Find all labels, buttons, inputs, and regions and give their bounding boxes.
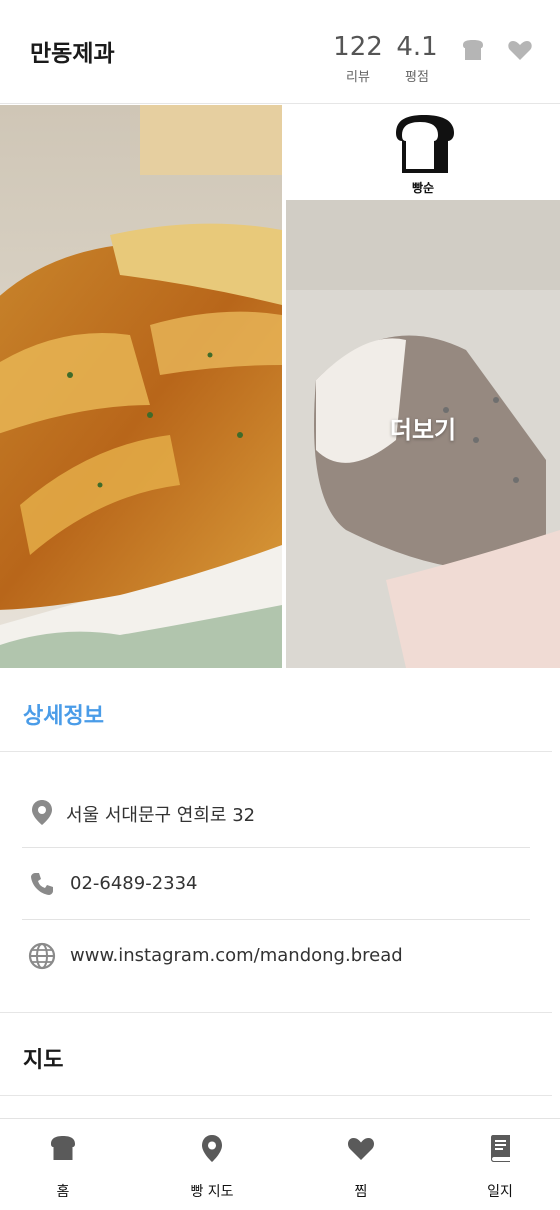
details-section-header: 상세정보 bbox=[0, 670, 552, 752]
address-text: 서울 서대문구 연희로 32 bbox=[66, 805, 256, 826]
nav-favorites-label: 찜 bbox=[354, 1184, 368, 1200]
review-count: 122 bbox=[333, 32, 383, 62]
bread-icon bbox=[51, 1136, 75, 1160]
nav-favorites[interactable]: 찜 bbox=[311, 1119, 411, 1210]
nav-diary[interactable]: 일지 bbox=[450, 1119, 550, 1210]
map-title: 지도 bbox=[23, 1048, 64, 1073]
bakery-logo-banner: 빵순 bbox=[286, 105, 560, 200]
heart-favorite-icon[interactable] bbox=[506, 36, 534, 64]
logo-text: 빵순 bbox=[411, 181, 435, 195]
location-pin-icon bbox=[32, 800, 52, 825]
phone-icon bbox=[31, 873, 53, 895]
store-title: 만동제과 bbox=[30, 41, 115, 67]
more-label: 더보기 bbox=[389, 416, 457, 444]
rating-stat: 4.1 평점 bbox=[394, 30, 440, 85]
nav-home[interactable]: 홈 bbox=[13, 1119, 113, 1210]
nav-bread-map[interactable]: 빵 지도 bbox=[162, 1119, 262, 1210]
nav-diary-label: 일지 bbox=[487, 1184, 513, 1200]
review-label: 리뷰 bbox=[346, 70, 370, 85]
photo-gallery: 빵순 더보기 bbox=[0, 105, 560, 670]
nav-home-label: 홈 bbox=[56, 1184, 70, 1200]
website-link[interactable]: www.instagram.com/mandong.bread bbox=[70, 945, 403, 966]
garlic-bread-photo[interactable] bbox=[0, 105, 282, 668]
website-row[interactable]: www.instagram.com/mandong.bread bbox=[22, 920, 530, 992]
rating-label: 평점 bbox=[405, 70, 429, 85]
heart-icon bbox=[347, 1138, 375, 1160]
book-icon bbox=[491, 1135, 510, 1162]
location-pin-icon bbox=[202, 1135, 222, 1162]
review-stat[interactable]: 122 리뷰 bbox=[332, 30, 384, 85]
phone-row[interactable]: 02-6489-2334 bbox=[22, 848, 530, 920]
map-section-header: 지도 bbox=[0, 1012, 552, 1096]
bread-toggle-icon[interactable] bbox=[459, 36, 487, 64]
globe-icon bbox=[28, 942, 56, 970]
address-row[interactable]: 서울 서대문구 연희로 32 bbox=[22, 776, 530, 848]
details-title: 상세정보 bbox=[23, 704, 104, 729]
more-photos-tile[interactable]: 더보기 bbox=[286, 200, 560, 668]
bottom-navigation: 홈 빵 지도 찜 일지 bbox=[0, 1118, 560, 1210]
store-header: 만동제과 122 리뷰 4.1 평점 bbox=[0, 0, 560, 104]
nav-map-label: 빵 지도 bbox=[190, 1184, 234, 1200]
phone-text: 02-6489-2334 bbox=[70, 873, 198, 894]
bread-logo-icon bbox=[396, 115, 454, 173]
rating-value: 4.1 bbox=[396, 32, 438, 62]
